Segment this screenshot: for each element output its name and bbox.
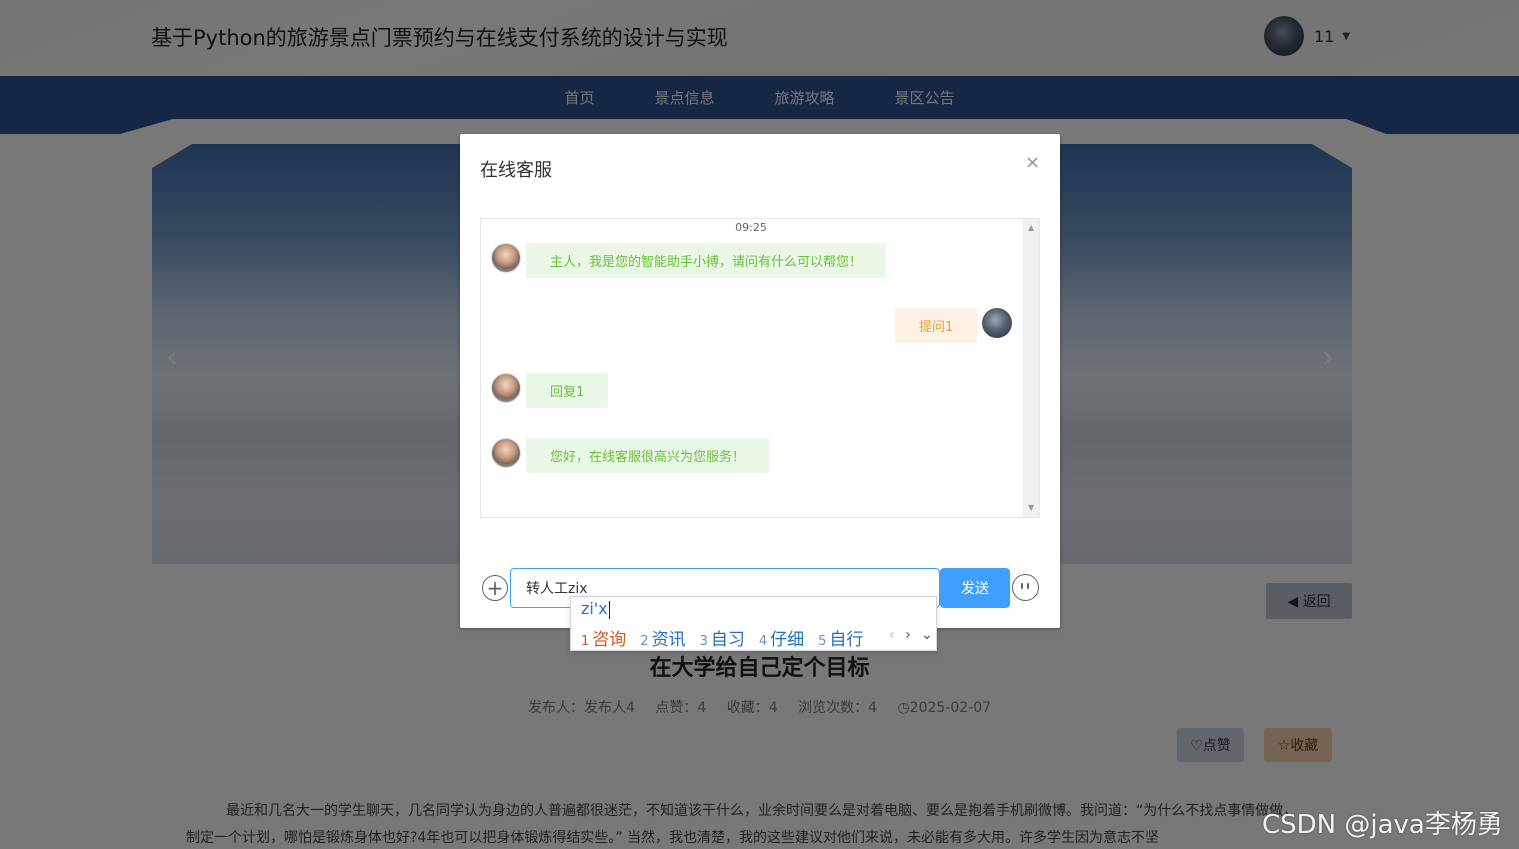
plus-icon[interactable]: + [482,575,508,601]
chat-message-bot: 您好，在线客服很高兴为您服务！ [526,438,770,473]
ime-candidate[interactable]: 3 自习 [700,625,745,650]
ime-prev-icon[interactable]: ‹ [889,627,895,643]
emoji-icon[interactable] [1012,574,1039,601]
ime-candidate-window: zi'x 1 咨询 2 资讯 3 自习 4 仔细 5 自行 ‹ › ⌄ [570,596,937,651]
chat-message-user: 提问1 [895,308,978,343]
ime-candidate[interactable]: 5 自行 [818,625,863,650]
ime-composition-text: zi'x [581,599,608,618]
chat-message-bot: 回复1 [526,373,609,408]
bot-avatar [491,438,521,468]
ime-candidate[interactable]: 2 资讯 [640,625,685,650]
ime-next-icon[interactable]: › [905,627,911,643]
chat-history[interactable]: 09:25 主人，我是您的智能助手小搏，请问有什么可以帮您！ 提问1 回复1 您… [480,218,1040,518]
chat-message-bot: 主人，我是您的智能助手小搏，请问有什么可以帮您！ [526,243,887,278]
watermark: CSDN @java李杨勇 [1262,810,1503,840]
ime-composition: zi'x [581,599,610,619]
bot-avatar [491,373,521,403]
ime-expand-icon[interactable]: ⌄ [921,627,933,643]
chat-scrollbar[interactable]: ▲ ▼ [1023,219,1039,517]
bot-avatar [491,243,521,273]
ime-candidate[interactable]: 4 仔细 [759,625,804,650]
user-chat-avatar [982,308,1012,338]
ime-candidate[interactable]: 1 咨询 [581,625,626,650]
ime-caret [608,600,610,619]
send-button[interactable]: 发送 [940,568,1010,608]
dialog-title: 在线客服 [480,160,552,181]
scroll-up-icon[interactable]: ▲ [1028,223,1034,232]
scroll-down-icon[interactable]: ▼ [1028,503,1034,512]
close-icon[interactable]: × [1025,152,1040,173]
ime-candidates: 1 咨询 2 资讯 3 自习 4 仔细 5 自行 [581,625,877,650]
ime-page-nav: ‹ › ⌄ [889,627,933,643]
customer-service-dialog: 在线客服 × 09:25 主人，我是您的智能助手小搏，请问有什么可以帮您！ 提问… [460,134,1060,628]
chat-timestamp: 09:25 [735,221,767,234]
